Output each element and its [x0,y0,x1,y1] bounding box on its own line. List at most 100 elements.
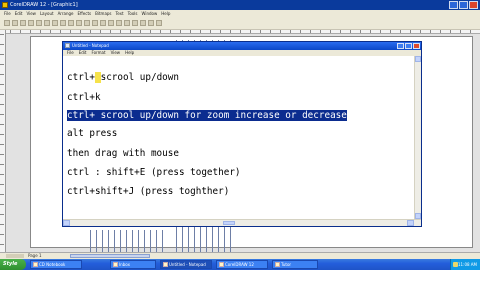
ruler-tick [30,30,31,33]
scroll-up-arrow[interactable] [415,56,421,62]
toolbar-button[interactable] [60,20,66,26]
ruler-tick [100,30,101,33]
ruler-tick [0,34,4,35]
toolbar-button[interactable] [100,20,106,26]
notepad-text-area[interactable]: ctrl+ scrool up/down ctrl+k ctrl+ scrool… [63,56,414,219]
taskbar-task[interactable]: Inbox [110,260,156,269]
background-menu-layout[interactable]: Layout [40,10,54,17]
toolbar-button[interactable] [148,20,154,26]
toolbar-button[interactable] [156,20,162,26]
toolbar-button[interactable] [12,20,18,26]
toolbar-button[interactable] [4,20,10,26]
ruler-tick [0,204,4,205]
notepad-vertical-scrollbar[interactable] [414,56,421,219]
ruler-tick [230,30,231,33]
close-button[interactable] [469,1,478,9]
notepad-scroll-thumb[interactable] [223,221,235,225]
toolbar-button[interactable] [84,20,90,26]
ruler-tick [370,30,371,33]
ruler-tick [190,30,191,33]
toolbar-button[interactable] [140,20,146,26]
notepad-maximize-button[interactable] [405,43,412,49]
toolbar-button[interactable] [108,20,114,26]
toolbar-button[interactable] [20,20,26,26]
background-menu-arrange[interactable]: Arrange [58,10,74,17]
task-label: Inbox [119,262,130,267]
ruler-tick [90,30,91,33]
ruler-tick [250,30,251,33]
ruler-tick [440,30,441,33]
ruler-tick [470,30,471,33]
clock: 11:08 AM [458,262,477,267]
ruler-tick [10,30,11,33]
ruler-tick [60,30,61,33]
taskbar-task[interactable]: CD Notebook [30,260,82,269]
scroll-right-arrow[interactable] [407,220,414,226]
taskbar-task[interactable]: Tutor [272,260,318,269]
toolbar-button[interactable] [52,20,58,26]
background-window-controls [449,1,478,9]
text-line-1: ctrl+ scrool up/down [67,72,179,83]
toolbar-button[interactable] [116,20,122,26]
background-menu-text[interactable]: Text [116,10,124,17]
background-menu-view[interactable]: View [26,10,36,17]
ruler-tick [300,30,301,33]
task-icon [113,262,118,267]
ruler-tick [130,30,131,33]
background-menu-help[interactable]: Help [161,10,170,17]
ruler-tick [330,30,331,33]
ruler-tick [70,30,71,33]
ruler-tick [80,30,81,33]
background-titlebar[interactable]: CorelDRAW 12 - [Graphic1] [0,0,480,10]
background-menu-file[interactable]: File [4,10,11,17]
task-icon [219,262,224,267]
background-menu-tools[interactable]: Tools [128,10,138,17]
task-label: Untitled - Notepad [169,262,206,267]
background-menu-bitmaps[interactable]: Bitmaps [95,10,111,17]
notepad-horizontal-scrollbar[interactable] [63,219,421,226]
ruler-tick [400,30,401,33]
background-menu-edit[interactable]: Edit [15,10,23,17]
column-guide [132,230,133,252]
toolbar-button[interactable] [76,20,82,26]
minimize-button[interactable] [449,1,458,9]
background-menu-window[interactable]: Window [141,10,157,17]
background-menu-effects[interactable]: Effects [78,10,92,17]
vertical-ruler [0,30,6,252]
ruler-tick [270,30,271,33]
column-guide [156,230,157,252]
ruler-tick [170,30,171,33]
ruler-tick [0,184,4,185]
ruler-tick [150,30,151,33]
page-navigator[interactable] [6,254,24,258]
background-horizontal-scrollbar[interactable]: Page 1 [0,252,480,259]
ruler-tick [220,30,221,33]
toolbar-button[interactable] [124,20,130,26]
ruler-tick [380,30,381,33]
toolbar-button[interactable] [44,20,50,26]
notepad-title: Untitled - Notepad [72,43,109,48]
taskbar-task[interactable]: Untitled - Notepad [160,260,212,269]
column-guide [144,230,145,252]
toolbar-button[interactable] [68,20,74,26]
notepad-close-button[interactable] [413,43,420,49]
notepad-window[interactable]: Untitled - Notepad File Edit Format View Hel… [62,41,422,227]
start-button[interactable]: Style XP [0,259,26,278]
background-menubar: File Edit View Layout Arrange Effects Bitmaps T… [0,10,480,17]
ruler-tick [320,30,321,33]
ruler-tick [50,30,51,33]
toolbar-button[interactable] [92,20,98,26]
taskbar-task[interactable]: CorelDRAW 12 [216,260,268,269]
toolbar-button[interactable] [28,20,34,26]
scrollbar-thumb[interactable] [70,254,150,258]
notepad-titlebar[interactable]: Untitled - Notepad [63,42,421,50]
notepad-minimize-button[interactable] [397,43,404,49]
toolbar-button[interactable] [132,20,138,26]
scroll-left-arrow[interactable] [63,220,70,226]
ruler-tick [140,30,141,33]
maximize-button[interactable] [459,1,468,9]
task-icon [33,262,38,267]
task-icon [275,262,280,267]
toolbar-button[interactable] [36,20,42,26]
text-line-6: ctrl : shift+E (press together) [67,167,241,178]
